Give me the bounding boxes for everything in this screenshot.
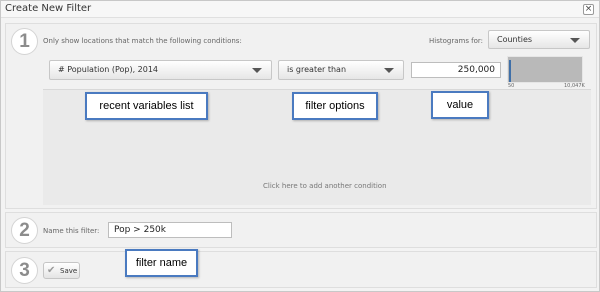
- chevron-down-icon: [252, 68, 262, 73]
- save-section: [5, 251, 597, 288]
- close-button[interactable]: ×: [583, 4, 594, 15]
- variable-select-value: # Population (Pop), 2014: [58, 65, 159, 74]
- histograms-select-value: Counties: [497, 35, 533, 44]
- step-3-number: 3: [11, 257, 38, 284]
- title-bar: Create New Filter ×: [1, 1, 599, 18]
- callout-filter-name: filter name: [125, 249, 198, 277]
- add-condition-link[interactable]: Click here to add another condition: [263, 182, 387, 190]
- step-1-number: 1: [11, 28, 38, 55]
- operator-select[interactable]: is greater than: [278, 60, 404, 80]
- check-icon: ✔: [47, 265, 56, 276]
- chevron-down-icon: [570, 38, 580, 43]
- step-2-number: 2: [11, 217, 38, 244]
- histograms-select[interactable]: Counties: [488, 30, 590, 49]
- histogram-threshold-marker: [509, 60, 511, 82]
- value-input[interactable]: 250,000: [411, 62, 501, 78]
- callout-value: value: [431, 91, 489, 119]
- histograms-label: Histograms for:: [429, 37, 484, 45]
- callout-filter-options: filter options: [292, 92, 378, 120]
- variable-select[interactable]: # Population (Pop), 2014: [49, 60, 272, 80]
- callout-recent-variables: recent variables list: [85, 92, 208, 120]
- close-icon: ×: [584, 4, 593, 14]
- value-histogram[interactable]: [507, 56, 583, 83]
- conditions-instruction: Only show locations that match the follo…: [43, 37, 242, 45]
- filter-name-label: Name this filter:: [43, 227, 100, 235]
- create-filter-dialog: Create New Filter × 1 Only show location…: [0, 0, 600, 292]
- chevron-down-icon: [384, 68, 394, 73]
- operator-select-value: is greater than: [287, 65, 347, 74]
- save-button-label: Save: [60, 267, 78, 275]
- filter-name-input[interactable]: Pop > 250k: [108, 222, 232, 238]
- save-button[interactable]: ✔ Save: [43, 262, 80, 279]
- dialog-title: Create New Filter: [5, 3, 92, 14]
- value-input-text: 250,000: [457, 65, 495, 75]
